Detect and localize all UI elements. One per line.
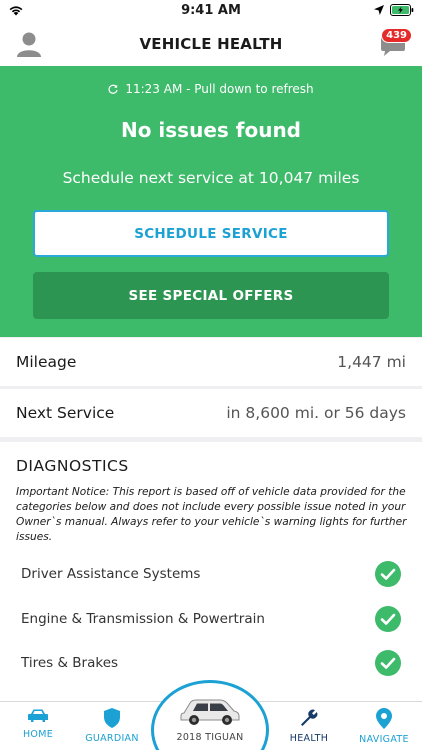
- diagnostic-item-label: Driver Assistance Systems: [21, 566, 201, 582]
- health-summary-panel: 11:23 AM - Pull down to refresh No issue…: [0, 66, 422, 337]
- diagnostics-title: DIAGNOSTICS: [16, 457, 129, 475]
- special-offers-button[interactable]: SEE SPECIAL OFFERS: [33, 272, 389, 319]
- app-header: VEHICLE HEALTH 439: [0, 22, 422, 66]
- car-icon: [28, 709, 48, 722]
- tab-health[interactable]: HEALTH: [276, 702, 342, 750]
- schedule-service-button[interactable]: SCHEDULE SERVICE: [33, 210, 389, 257]
- refresh-status: 11:23 AM - Pull down to refresh: [0, 82, 422, 96]
- refresh-text: 11:23 AM - Pull down to refresh: [125, 82, 314, 96]
- check-icon: [375, 561, 401, 587]
- tab-guardian[interactable]: GUARDIAN: [79, 702, 145, 750]
- mileage-label: Mileage: [16, 353, 77, 371]
- diagnostics-notice: Important Notice: This report is based o…: [16, 486, 407, 543]
- diagnostic-item-label: Engine & Transmission & Powertrain: [21, 611, 265, 627]
- location-arrow-icon: [374, 5, 384, 15]
- next-service-row: Next Service in 8,600 mi. or 56 days: [0, 389, 422, 437]
- map-pin-icon: [376, 708, 392, 729]
- message-count-badge: 439: [381, 28, 412, 43]
- status-bar: 9:41 AM: [0, 0, 422, 22]
- next-service-value: in 8,600 mi. or 56 days: [226, 404, 406, 422]
- suv-vehicle-icon: [180, 699, 240, 725]
- vehicle-name-label: 2018 TIGUAN: [176, 732, 244, 743]
- tab-home-label: HOME: [22, 729, 54, 740]
- wrench-icon: [301, 709, 318, 726]
- next-service-subtitle: Schedule next service at 10,047 miles: [62, 169, 360, 187]
- tab-home[interactable]: HOME: [5, 702, 71, 750]
- next-service-label: Next Service: [16, 404, 115, 422]
- tab-health-label: HEALTH: [289, 733, 329, 744]
- diagnostic-item[interactable]: Tires & Brakes: [21, 648, 401, 678]
- shield-icon: [104, 708, 120, 728]
- refresh-icon: [108, 84, 118, 94]
- page-title: VEHICLE HEALTH: [139, 35, 283, 53]
- mileage-value: 1,447 mi: [337, 353, 406, 371]
- status-time: 9:41 AM: [181, 3, 241, 18]
- mileage-row: Mileage 1,447 mi: [0, 338, 422, 386]
- tab-guardian-label: GUARDIAN: [85, 733, 139, 744]
- diagnostic-item[interactable]: Driver Assistance Systems: [21, 559, 401, 589]
- diagnostics-section: DIAGNOSTICS Important Notice: This repor…: [0, 442, 422, 702]
- tab-navigate[interactable]: NAVIGATE: [351, 702, 417, 750]
- diagnostic-item-label: Tires & Brakes: [21, 655, 119, 671]
- health-status-title: No issues found: [120, 118, 301, 142]
- check-icon: [375, 650, 401, 676]
- tab-navigate-label: NAVIGATE: [359, 734, 409, 745]
- diagnostic-item[interactable]: Engine & Transmission & Powertrain: [21, 604, 401, 634]
- battery-charging-icon: [390, 4, 414, 16]
- check-icon: [375, 606, 401, 632]
